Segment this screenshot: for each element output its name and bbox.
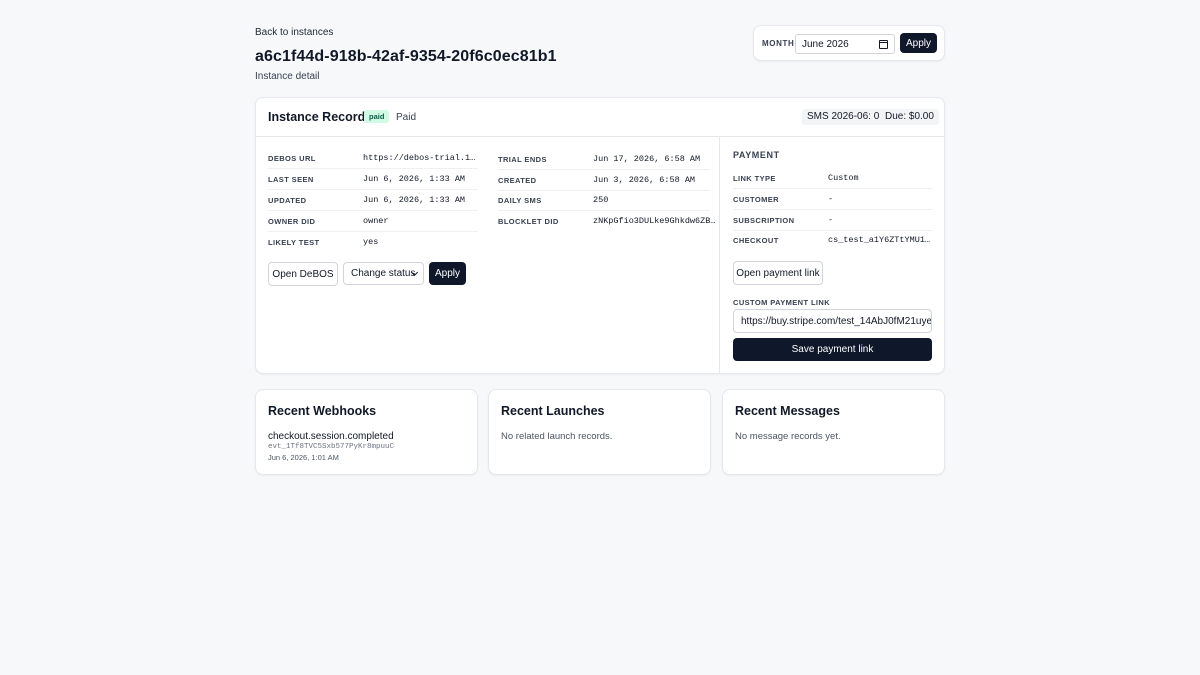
field-key: OWNER DID [268, 217, 316, 226]
due-amount-pill: Due: $0.00 [880, 109, 939, 125]
save-payment-link-button[interactable]: Save payment link [733, 338, 932, 361]
status-text: Paid [396, 112, 417, 123]
record-header: Instance Record paid Paid SMS 2026-06: 0… [256, 98, 944, 137]
webhook-event-id: evt_1Tf8TVC5Sxb577PyKr8mpuuC [268, 443, 395, 451]
field-key: LIKELY TEST [268, 238, 320, 247]
field-key: SUBSCRIPTION [733, 216, 795, 225]
custom-payment-link-label: CUSTOM PAYMENT LINK [733, 298, 831, 307]
month-apply-button[interactable]: Apply [900, 33, 937, 53]
payment-checkout: CHECKOUT cs_test_a1Y6ZTtYMU1NdSxK [733, 230, 932, 251]
field-key: DAILY SMS [498, 196, 542, 205]
field-value: yes [363, 237, 379, 247]
field-key: CHECKOUT [733, 236, 779, 245]
status-badge: paid [364, 110, 390, 123]
field-last-seen: LAST SEEN Jun 6, 2026, 1:33 AM [268, 169, 478, 190]
open-debos-button[interactable]: Open DeBOS [268, 262, 338, 286]
field-key: TRIAL ENDS [498, 155, 547, 164]
field-value: Custom [828, 173, 859, 183]
recent-messages-title: Recent Messages [735, 404, 840, 418]
field-key: UPDATED [268, 196, 307, 205]
field-value: - [828, 194, 834, 204]
field-value: Jun 6, 2026, 1:33 AM [363, 174, 466, 184]
webhook-event-date: Jun 6, 2026, 1:01 AM [268, 453, 339, 462]
recent-webhooks-title: Recent Webhooks [268, 404, 377, 418]
record-title: Instance Record [268, 110, 366, 124]
field-blocklet-did: BLOCKLET DID zNKpGfio3DULke9Ghkdw6ZBaX [498, 211, 719, 232]
field-updated: UPDATED Jun 6, 2026, 1:33 AM [268, 190, 478, 211]
field-likely-test: LIKELY TEST yes [268, 232, 478, 253]
page-title: a6c1f44d-918b-42af-9354-20f6c0ec81b1 [255, 48, 557, 65]
month-label: MONTH [762, 39, 795, 48]
column-divider [719, 137, 720, 374]
field-daily-sms: DAILY SMS 250 [498, 190, 710, 211]
payment-section-title: PAYMENT [733, 150, 780, 160]
field-key: CREATED [498, 176, 537, 185]
payment-customer: CUSTOMER - [733, 189, 932, 210]
field-value: Jun 17, 2026, 6:58 AM [593, 154, 701, 164]
recent-messages-card: Recent Messages No message records yet. [722, 389, 945, 475]
webhook-event-name: checkout.session.completed [268, 431, 394, 442]
field-key: DEBOS URL [268, 154, 316, 163]
calendar-icon[interactable] [879, 40, 888, 49]
field-value: Jun 6, 2026, 1:33 AM [363, 195, 466, 205]
field-key: CUSTOMER [733, 195, 779, 204]
field-value: https://debos-trial.12instance.app [363, 153, 478, 163]
messages-empty-text: No message records yet. [735, 431, 841, 442]
payment-subscription: SUBSCRIPTION - [733, 210, 932, 231]
month-value: June 2026 [802, 39, 849, 50]
recent-launches-title: Recent Launches [501, 404, 605, 418]
sms-count-pill: SMS 2026-06: 0 [802, 109, 885, 125]
field-key: LINK TYPE [733, 174, 776, 183]
status-apply-button[interactable]: Apply [429, 262, 466, 285]
field-value: cs_test_a1Y6ZTtYMU1NdSxK [828, 235, 932, 245]
page-subtitle: Instance detail [255, 71, 320, 82]
field-value: owner [363, 216, 389, 226]
recent-launches-card: Recent Launches No related launch record… [488, 389, 711, 475]
field-debos-url: DEBOS URL https://debos-trial.12instance… [268, 148, 478, 169]
month-input[interactable]: June 2026 [795, 34, 895, 54]
field-created: CREATED Jun 3, 2026, 6:58 AM [498, 170, 710, 191]
field-key: LAST SEEN [268, 175, 314, 184]
back-to-instances-link[interactable]: Back to instances [255, 27, 333, 38]
field-value: 250 [593, 195, 609, 205]
field-trial-ends: TRIAL ENDS Jun 17, 2026, 6:58 AM [498, 149, 710, 170]
instance-record-card: Instance Record paid Paid SMS 2026-06: 0… [255, 97, 945, 374]
open-payment-link-button[interactable]: Open payment link [733, 261, 823, 285]
launches-empty-text: No related launch records. [501, 431, 613, 442]
field-key: BLOCKLET DID [498, 217, 559, 226]
field-value: - [828, 215, 834, 225]
change-status-value: Change status [351, 268, 416, 279]
field-value: zNKpGfio3DULke9Ghkdw6ZBaX [593, 216, 719, 226]
field-value: Jun 3, 2026, 6:58 AM [593, 175, 696, 185]
month-filter: MONTH June 2026 Apply [753, 25, 945, 61]
change-status-select[interactable]: Change status [343, 262, 424, 285]
custom-payment-link-input[interactable]: https://buy.stripe.com/test_14AbJ0fM21uy… [733, 309, 932, 333]
payment-link-type: LINK TYPE Custom [733, 168, 932, 189]
field-owner-did: OWNER DID owner [268, 211, 478, 232]
recent-webhooks-card: Recent Webhooks checkout.session.complet… [255, 389, 478, 475]
